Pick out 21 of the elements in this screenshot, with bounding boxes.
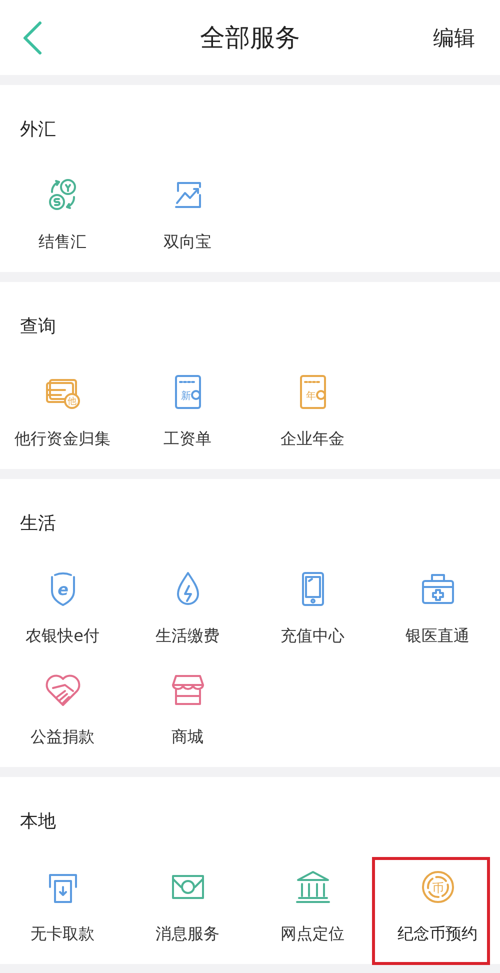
service-item[interactable]: 生活缴费	[156, 569, 220, 647]
service-item[interactable]: 他 他行资金归集	[14, 372, 110, 450]
section-title: 外汇	[19, 118, 56, 142]
service-item[interactable]: 银医直通	[406, 569, 470, 647]
edit-button[interactable]: 编辑	[433, 24, 475, 52]
service-item[interactable]: 结售汇	[38, 175, 86, 253]
service-item[interactable]: 无卡取款	[30, 867, 94, 945]
service-item[interactable]: 网点定位	[280, 867, 344, 945]
section-title: 查询	[19, 315, 56, 339]
service-item[interactable]: 新 工资单	[164, 372, 212, 450]
service-item[interactable]: e 农银快e付	[26, 569, 100, 647]
service-item[interactable]: 双向宝	[164, 175, 212, 253]
service-item[interactable]: 消息服务	[156, 867, 220, 945]
service-item[interactable]: 商城	[168, 670, 208, 748]
section-title: 本地	[19, 810, 56, 834]
section-title: 生活	[19, 512, 56, 536]
page-title: 全部服务	[200, 22, 300, 54]
service-item[interactable]: 年 企业年金	[280, 372, 344, 450]
service-item[interactable]: 币 纪念币预约	[398, 867, 478, 945]
service-item[interactable]: 公益捐款	[30, 670, 94, 748]
service-item[interactable]: 充值中心	[280, 569, 344, 647]
